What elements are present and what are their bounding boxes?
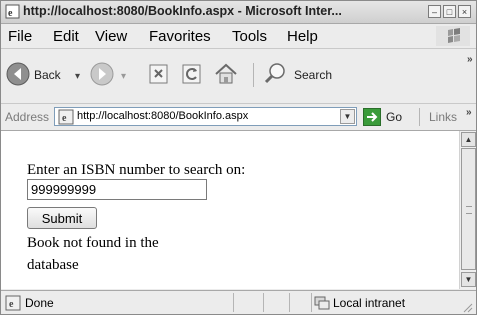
search-label: Search xyxy=(294,68,333,82)
status-separator-4 xyxy=(311,293,312,312)
status-separator-2 xyxy=(263,293,264,312)
address-field[interactable]: e http://localhost:8080/BookInfo.aspx ▼ xyxy=(54,107,357,126)
search-icon xyxy=(264,63,285,84)
menu-tools[interactable]: Tools xyxy=(232,28,267,45)
address-separator xyxy=(419,108,420,126)
scroll-thumb[interactable] xyxy=(461,148,476,270)
status-text: Done xyxy=(25,296,54,310)
address-label: Address xyxy=(5,110,50,124)
title-bar[interactable]: e http://localhost:8080/BookInfo.aspx - … xyxy=(1,1,476,24)
intranet-zone-icon xyxy=(314,296,330,310)
isbn-input[interactable] xyxy=(27,179,207,200)
windows-logo-icon xyxy=(436,26,470,46)
scroll-grip-icon xyxy=(466,206,472,214)
refresh-button[interactable] xyxy=(179,59,205,89)
submit-button[interactable]: Submit xyxy=(27,207,97,229)
minimize-button[interactable]: – xyxy=(428,5,441,18)
search-button[interactable]: Search xyxy=(263,59,343,89)
status-bar: e Done Local intranet xyxy=(1,290,476,314)
close-button[interactable]: × xyxy=(458,5,471,18)
status-separator-3 xyxy=(289,293,290,312)
forward-dropdown-icon[interactable]: ▾ xyxy=(121,71,126,82)
page-content: Enter an ISBN number to search on: Submi… xyxy=(1,131,459,289)
maximize-button[interactable]: □ xyxy=(443,5,456,18)
browser-window: e http://localhost:8080/BookInfo.aspx - … xyxy=(0,0,477,315)
vertical-scrollbar[interactable]: ▲ ▼ xyxy=(459,131,476,289)
back-button[interactable]: Back xyxy=(5,59,71,89)
back-arrow-icon xyxy=(6,62,30,86)
back-label: Back xyxy=(34,68,61,82)
forward-button[interactable] xyxy=(89,59,117,89)
result-line-2: database xyxy=(27,257,79,273)
go-button[interactable]: Go xyxy=(363,107,415,127)
refresh-icon xyxy=(182,64,201,84)
menu-edit[interactable]: Edit xyxy=(53,28,79,45)
isbn-prompt: Enter an ISBN number to search on: xyxy=(27,162,246,178)
menu-view[interactable]: View xyxy=(95,28,127,45)
links-overflow-icon[interactable]: » xyxy=(466,107,472,118)
ie-page-icon: e xyxy=(5,4,20,19)
result-message: Book not found in the database xyxy=(27,232,207,276)
go-label: Go xyxy=(386,110,403,124)
svg-text:e: e xyxy=(8,8,13,19)
menu-bar: File Edit View Favorites Tools Help xyxy=(1,24,476,49)
toolbar-overflow-icon[interactable]: » xyxy=(467,54,473,65)
scroll-down-icon[interactable]: ▼ xyxy=(461,272,476,287)
stop-button[interactable] xyxy=(146,59,172,89)
menu-favorites[interactable]: Favorites xyxy=(149,28,211,45)
window-title: http://localhost:8080/BookInfo.aspx - Mi… xyxy=(23,4,342,18)
security-zone-text: Local intranet xyxy=(333,296,406,310)
svg-text:e: e xyxy=(62,113,67,124)
address-bar: Address e http://localhost:8080/BookInfo… xyxy=(1,104,476,131)
page-icon: e xyxy=(58,109,74,125)
home-icon xyxy=(215,63,237,84)
address-url: http://localhost:8080/BookInfo.aspx xyxy=(77,110,249,122)
forward-arrow-icon xyxy=(90,62,114,86)
links-button[interactable]: Links xyxy=(429,110,457,124)
home-button[interactable] xyxy=(213,59,241,89)
toolbar-separator xyxy=(253,63,254,87)
go-arrow-icon xyxy=(363,108,381,126)
status-separator-1 xyxy=(233,293,234,312)
resize-grip-icon[interactable] xyxy=(461,301,473,313)
stop-icon xyxy=(149,64,168,84)
scroll-up-icon[interactable]: ▲ xyxy=(461,132,476,147)
menu-file[interactable]: File xyxy=(8,28,32,45)
standard-toolbar: Back ▾ ▾ Search » xyxy=(1,49,476,104)
result-line-1: Book not found in the xyxy=(27,235,159,251)
menu-help[interactable]: Help xyxy=(287,28,318,45)
back-dropdown-icon[interactable]: ▾ xyxy=(75,71,80,82)
address-dropdown-icon[interactable]: ▼ xyxy=(340,109,355,124)
svg-text:e: e xyxy=(9,299,14,310)
done-page-icon: e xyxy=(5,295,21,311)
